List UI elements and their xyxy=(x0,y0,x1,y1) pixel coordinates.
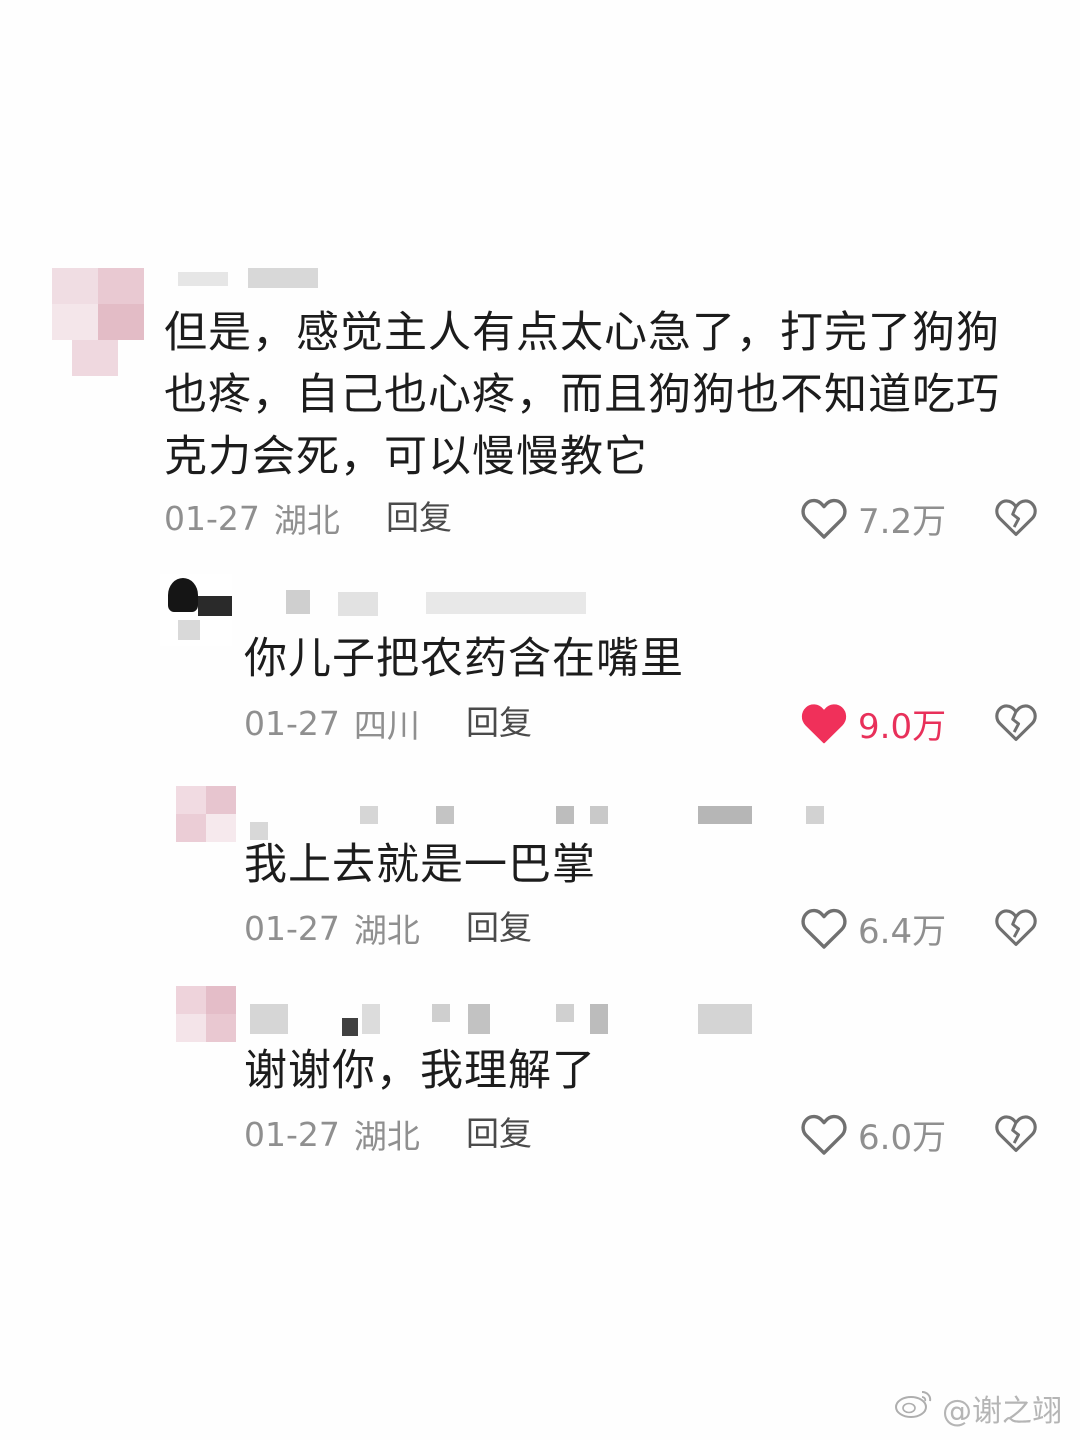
watermark: @谢之翊 xyxy=(894,1386,1062,1430)
like-count: 6.0万 xyxy=(858,1117,947,1158)
like-count: 7.2万 xyxy=(858,501,947,542)
comment-date: 01-27 xyxy=(244,908,340,948)
like-button[interactable]: 7.2万 xyxy=(800,494,946,542)
comment-region: 湖北 xyxy=(353,1117,420,1156)
comment-region: 湖北 xyxy=(273,501,340,540)
like-button[interactable]: 9.0万 xyxy=(800,699,946,747)
like-button[interactable]: 6.0万 xyxy=(800,1110,946,1158)
dislike-button[interactable] xyxy=(994,701,1038,749)
broken-heart-icon xyxy=(994,499,1038,542)
heart-filled-icon xyxy=(800,701,848,745)
reply-button[interactable]: 回复 xyxy=(466,699,532,747)
avatar[interactable] xyxy=(176,986,236,1042)
dislike-button[interactable] xyxy=(994,906,1038,954)
comment-meta: 01-27 四川 xyxy=(244,699,420,747)
heart-outline-icon xyxy=(800,906,848,950)
like-count: 9.0万 xyxy=(858,706,947,747)
comment-meta: 01-27 湖北 xyxy=(244,1110,420,1158)
broken-heart-icon xyxy=(994,909,1038,952)
reply-button[interactable]: 回复 xyxy=(466,904,532,952)
broken-heart-icon xyxy=(994,704,1038,747)
comment-meta: 01-27 湖北 xyxy=(244,904,420,952)
heart-outline-icon xyxy=(800,1112,848,1156)
username-redacted[interactable] xyxy=(250,584,610,624)
comment-meta: 01-27 湖北 xyxy=(164,494,340,542)
comment-date: 01-27 xyxy=(244,703,340,743)
comment-region: 湖北 xyxy=(353,911,420,950)
weibo-icon xyxy=(894,1388,934,1428)
avatar[interactable] xyxy=(160,574,232,646)
heart-outline-icon xyxy=(800,496,848,540)
broken-heart-icon xyxy=(994,1115,1038,1158)
reply-button[interactable]: 回复 xyxy=(386,494,452,542)
avatar[interactable] xyxy=(176,786,236,842)
comment-date: 01-27 xyxy=(244,1114,340,1154)
username-redacted[interactable] xyxy=(250,1000,830,1040)
like-button[interactable]: 6.4万 xyxy=(800,904,946,952)
username-redacted[interactable] xyxy=(178,262,328,302)
reply-button[interactable]: 回复 xyxy=(466,1110,532,1158)
comment-date: 01-27 xyxy=(164,498,260,538)
dislike-button[interactable] xyxy=(994,496,1038,544)
dislike-button[interactable] xyxy=(994,1112,1038,1160)
avatar[interactable] xyxy=(52,268,144,376)
comment-region: 四川 xyxy=(353,706,420,745)
watermark-text: @谢之翊 xyxy=(942,1394,1062,1429)
like-count: 6.4万 xyxy=(858,911,947,952)
